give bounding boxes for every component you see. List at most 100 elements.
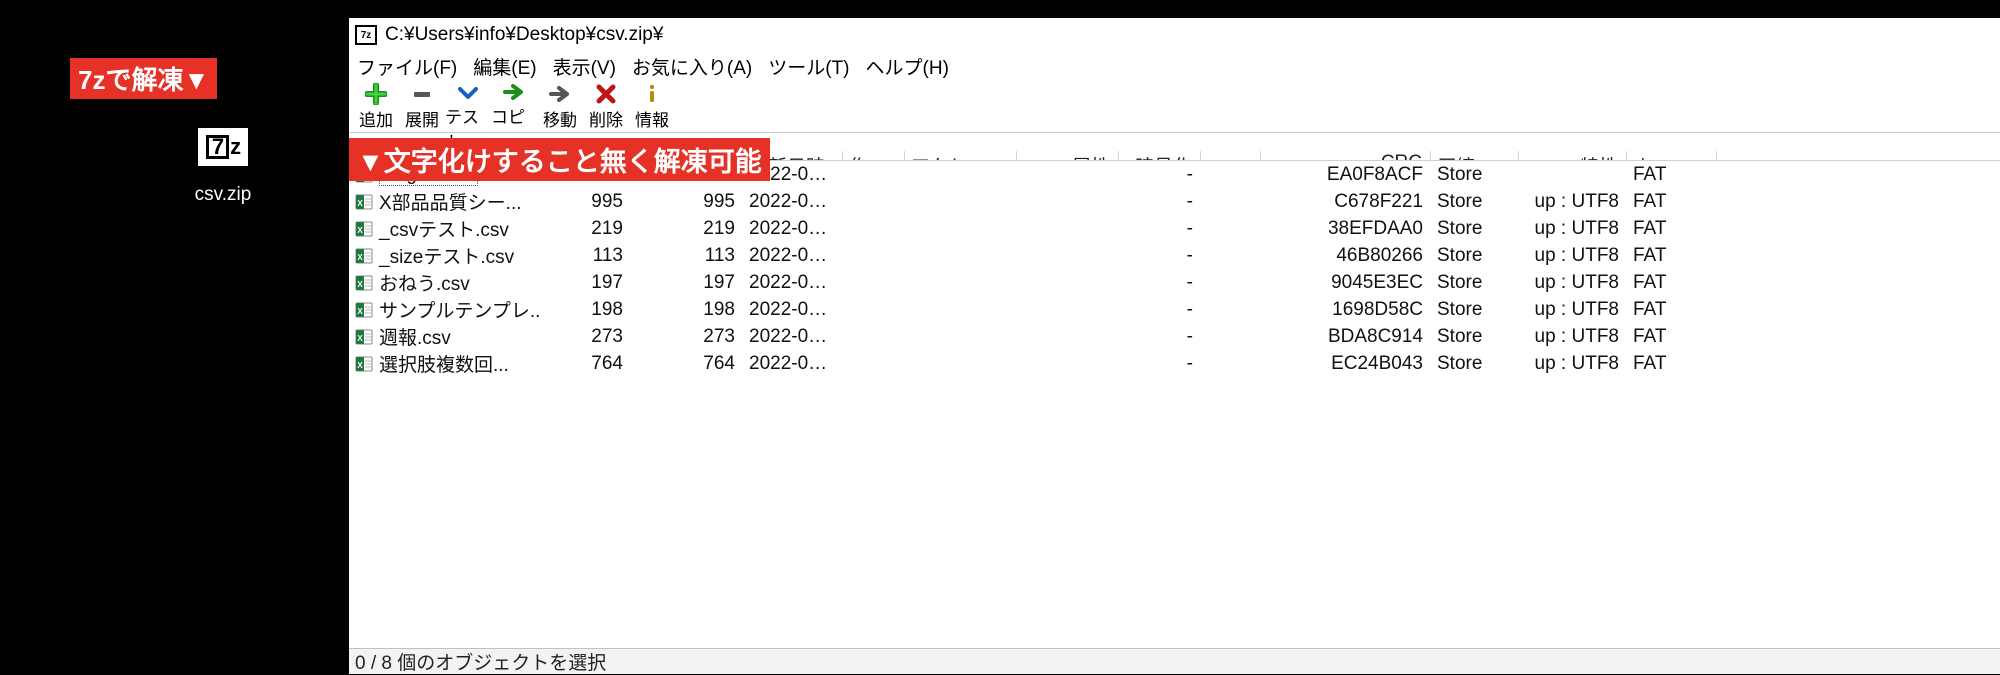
cell-method: Store (1431, 352, 1519, 376)
col-accessed[interactable]: アクセス日... (905, 151, 1017, 160)
callout-no-mojibake: ▼文字化けすること無く解凍可能 (349, 138, 770, 181)
cell-crc: C678F221 (1261, 190, 1431, 214)
cell-packed-size: 219 (631, 217, 743, 241)
table-row[interactable]: X_sizeテスト.csv1131132022-08-...-46B80266S… (349, 242, 2000, 269)
cell-encrypted: - (1119, 244, 1201, 268)
archive-file-label[interactable]: csv.zip (176, 184, 270, 206)
csv-file-icon: X (355, 247, 373, 265)
cell-packed-size: 198 (631, 298, 743, 322)
cell-encrypted: - (1119, 352, 1201, 376)
menu-help[interactable]: ヘルプ(H) (860, 51, 955, 82)
toolbar-test-button[interactable]: テスト (445, 81, 491, 131)
cell-host-os: FAT (1627, 190, 1717, 214)
table-row[interactable]: XX部品品質シー...9959952022-08-...-C678F221Sto… (349, 188, 2000, 215)
cell-created (843, 336, 905, 338)
file-name-text: 週報.csv (379, 323, 451, 350)
col-encrypted[interactable]: 暗号化 (1119, 151, 1201, 160)
cell-name: X X部品品質シー... (349, 187, 539, 216)
menu-view[interactable]: 表示(V) (547, 51, 622, 82)
svg-text:X: X (357, 307, 363, 316)
table-row[interactable]: X選択肢複数回...7647642022-08-...-EC24B043Stor… (349, 350, 2000, 377)
csv-file-icon: X (355, 328, 373, 346)
menu-fav[interactable]: お気に入り(A) (626, 51, 758, 82)
cell-comment (1201, 174, 1261, 176)
cell-accessed (905, 363, 1017, 365)
cell-attr (1017, 174, 1119, 176)
callout-extract-with-7z: 7zで解凍▼ (70, 58, 217, 99)
cell-encrypted: - (1119, 217, 1201, 241)
toolbar-extract-button[interactable]: 展開 (399, 81, 445, 131)
menu-edit[interactable]: 編集(E) (467, 51, 542, 82)
table-row[interactable]: X週報.csv2732732022-08-...-BDA8C914Storeup… (349, 323, 2000, 350)
check-down-icon (455, 81, 481, 103)
col-comment[interactable]: コメント (1201, 151, 1261, 160)
cell-modified: 2022-08-... (743, 217, 843, 241)
toolbar-info-button[interactable]: 情報 (629, 81, 675, 131)
cell-method: Store (1431, 271, 1519, 295)
cell-modified: 2022-08-... (743, 271, 843, 295)
cell-created (843, 228, 905, 230)
cell-crc: BDA8C914 (1261, 325, 1431, 349)
toolbar-copy-button[interactable]: コピー (491, 81, 537, 131)
cell-packed-size: 197 (631, 271, 743, 295)
cell-accessed (905, 309, 1017, 311)
table-row[interactable]: Xおねう.csv1971972022-08-...-9045E3ECStoreu… (349, 269, 2000, 296)
toolbar-move-button[interactable]: 移動 (537, 81, 583, 131)
cell-attr (1017, 228, 1119, 230)
cell-packed-size: 995 (631, 190, 743, 214)
cell-created (843, 255, 905, 257)
toolbar-add-button[interactable]: 追加 (353, 81, 399, 131)
cell-modified: 2022-08-... (743, 352, 843, 376)
menu-file[interactable]: ファイル(F) (351, 51, 463, 82)
menu-tool[interactable]: ツール(T) (762, 51, 855, 82)
col-crc[interactable]: CRC (1261, 151, 1431, 160)
cell-attr (1017, 282, 1119, 284)
col-host-os[interactable]: ホスト OS (1627, 151, 1717, 160)
cell-char: up : UTF8 (1519, 352, 1627, 376)
col-method[interactable]: 圧縮方式 (1431, 151, 1519, 160)
cell-attr (1017, 336, 1119, 338)
csv-file-icon: X (355, 301, 373, 319)
file-name-text: 選択肢複数回... (379, 350, 509, 377)
table-row[interactable]: Xサンプルテンプレ...1981982022-08-...-1698D58CSt… (349, 296, 2000, 323)
toolbar-move-label: 移動 (543, 106, 577, 131)
cell-modified: 2022-08-... (743, 190, 843, 214)
col-created[interactable]: 作成... (843, 151, 905, 160)
sevenzip-window: 7z C:¥Users¥info¥Desktop¥csv.zip¥ ファイル(F… (349, 18, 2000, 674)
cell-char: up : UTF8 (1519, 244, 1627, 268)
window-titlebar[interactable]: 7z C:¥Users¥info¥Desktop¥csv.zip¥ (349, 19, 2000, 51)
cell-created (843, 201, 905, 203)
toolbar-extract-label: 展開 (405, 106, 439, 131)
cell-attr (1017, 201, 1119, 203)
cell-attr (1017, 255, 1119, 257)
file-name-text: X部品品質シー... (379, 188, 522, 215)
svg-text:X: X (357, 199, 363, 208)
cell-method: Store (1431, 217, 1519, 241)
table-row[interactable]: X_csvテスト.csv2192192022-08-...-38EFDAA0St… (349, 215, 2000, 242)
file-list[interactable]: Xlong str.csv4 9154 9152022-08-...-EA0F8… (349, 161, 2000, 648)
cell-packed-size: 273 (631, 325, 743, 349)
cell-size: 995 (539, 190, 631, 214)
cell-method: Store (1431, 244, 1519, 268)
info-icon (639, 81, 665, 106)
cell-host-os: FAT (1627, 217, 1717, 241)
cell-name: Xサンプルテンプレ... (349, 295, 539, 324)
toolbar-delete-button[interactable]: 削除 (583, 81, 629, 131)
x-red-icon (593, 81, 619, 106)
arrow-right-gray-icon (547, 81, 573, 106)
cell-encrypted: - (1119, 298, 1201, 322)
cell-comment (1201, 363, 1261, 365)
toolbar-info-label: 情報 (635, 106, 669, 131)
cell-method: Store (1431, 325, 1519, 349)
col-characteristics[interactable]: 特性 (1519, 151, 1627, 160)
col-attr[interactable]: 属性 (1017, 151, 1119, 160)
file-name-text: _csvテスト.csv (379, 215, 509, 242)
cell-size: 764 (539, 352, 631, 376)
cell-encrypted: - (1119, 190, 1201, 214)
cell-modified: 2022-08-... (743, 325, 843, 349)
csv-file-icon: X (355, 274, 373, 292)
cell-crc: EA0F8ACF (1261, 163, 1431, 187)
csv-file-icon: X (355, 193, 373, 211)
cell-name: X選択肢複数回... (349, 349, 539, 378)
sevenzip-archive-icon[interactable]: 7z (198, 128, 248, 166)
